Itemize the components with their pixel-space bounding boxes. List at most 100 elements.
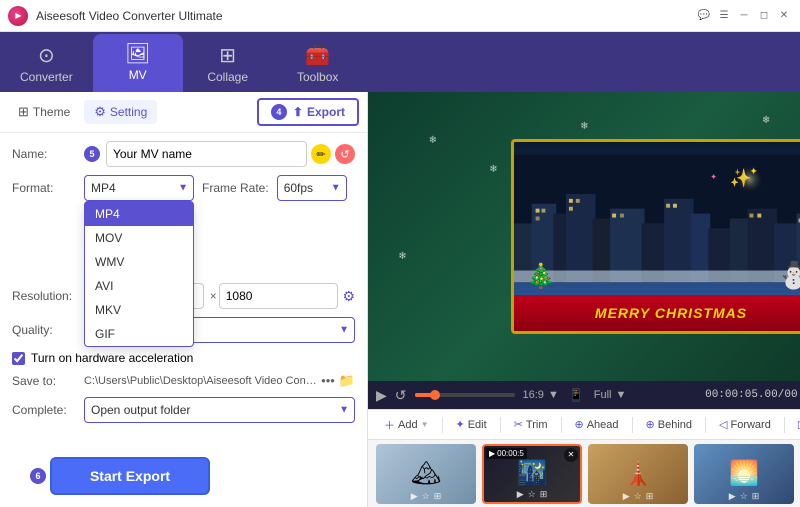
tab-collage-label: Collage — [207, 70, 248, 84]
add-button[interactable]: ＋ Add ▼ — [376, 414, 437, 436]
ahead-label: Ahead — [587, 419, 619, 431]
trim-button[interactable]: ✂ Trim — [506, 415, 556, 434]
tab-collage[interactable]: ⊞ Collage — [183, 38, 273, 92]
replay-button[interactable]: ↺ — [395, 387, 407, 404]
tab-mv[interactable]: 🖼 MV — [93, 34, 183, 92]
forward-button[interactable]: ◁ Forward — [711, 415, 779, 434]
thumb-icons-1: ▶ ☆ ⊞ — [411, 491, 442, 502]
ahead-button[interactable]: ⊕ Ahead — [567, 415, 627, 434]
saveto-folder-icon[interactable]: 📁 — [339, 373, 355, 389]
snowflake-2: ❄ — [489, 164, 497, 175]
sub-tabs: ⊞ Theme ⚙ Setting 4 ⬆ Export — [0, 92, 367, 133]
saveto-more-icon[interactable]: ••• — [321, 373, 335, 389]
tab-setting[interactable]: ⚙ Setting — [84, 100, 157, 124]
start-export-label: Start Export — [90, 468, 170, 484]
message-icon[interactable]: 💬 — [696, 8, 712, 24]
thumbnail-2[interactable]: 🌃 ▶ 00:00:5 ✕ ▶ ☆ ⊞ — [482, 444, 582, 504]
tab-toolbox[interactable]: 🧰 Toolbox — [273, 38, 363, 92]
start-export-button[interactable]: 6 Start Export — [50, 457, 210, 495]
progress-bar[interactable] — [415, 393, 515, 397]
name-input[interactable] — [106, 141, 307, 167]
nav-tabs: ⊙ Converter 🖼 MV ⊞ Collage 🧰 Toolbox — [0, 32, 800, 92]
quality-select-ctrl[interactable]: Full ▼ — [594, 389, 627, 401]
fps-select[interactable]: 24fps 30fps 60fps — [277, 175, 347, 201]
dropdown-item-mov[interactable]: MOV — [85, 226, 193, 250]
video-preview: ❄ ❄ ❄ ❄ ❄ ❄ ❄ ❄ ❄ — [368, 92, 800, 381]
quality-arrow: ▼ — [616, 389, 627, 401]
svg-text:✦: ✦ — [750, 166, 758, 177]
left-panel: ⊞ Theme ⚙ Setting 4 ⬆ Export Name: 5 ✏ — [0, 92, 368, 507]
thumbnail-3[interactable]: 🗼 ▶ ☆ ⊞ — [588, 444, 688, 504]
format-select[interactable]: MP4 MOV WMV AVI MKV GIF — [84, 175, 194, 201]
thumbnail-strip: 🏔 ▶ ☆ ⊞ 🌃 ▶ 00:00:5 ✕ — [368, 439, 800, 507]
resolution-gear-icon[interactable]: ⚙ — [342, 288, 355, 305]
complete-select[interactable]: Open output folder Shut down Do nothing — [84, 397, 355, 423]
behind-button[interactable]: ⊕ Behind — [638, 415, 700, 434]
export-label: Export — [307, 105, 345, 119]
format-select-wrapper: MP4 MOV WMV AVI MKV GIF ▼ MP4 MOV WMV AV… — [84, 175, 194, 201]
dropdown-item-gif[interactable]: GIF — [85, 322, 193, 346]
thumb-badge-2: ▶ 00:00:5 — [486, 448, 527, 459]
sep-2 — [500, 417, 501, 433]
play-button[interactable]: ▶ — [376, 387, 387, 404]
complete-label: Complete: — [12, 403, 84, 417]
thumbnail-4[interactable]: 🌅 ▶ ☆ ⊞ — [694, 444, 794, 504]
thumb-play-icon-1: ▶ — [411, 491, 418, 502]
thumb-crop-icon-1: ⊞ — [434, 491, 442, 502]
trim-label: Trim — [526, 419, 548, 431]
city-skyline-svg: ✨ ✦ ✦ — [514, 142, 800, 295]
hardware-accel-checkbox[interactable] — [12, 352, 25, 365]
thumbnail-1[interactable]: 🏔 ▶ ☆ ⊞ — [376, 444, 476, 504]
tree-decoration: 🎄 — [526, 262, 556, 291]
name-edit-icon[interactable]: ✏ — [311, 144, 331, 164]
tab-theme[interactable]: ⊞ Theme — [8, 100, 80, 124]
backward-button[interactable]: ▷ Backward — [790, 415, 800, 434]
behind-label: Behind — [658, 419, 692, 431]
snowflake-1: ❄ — [429, 135, 437, 146]
tab-converter[interactable]: ⊙ Converter — [0, 38, 93, 92]
forward-label: Forward — [730, 419, 770, 431]
minimize-icon[interactable]: ─ — [736, 8, 752, 24]
name-reset-icon[interactable]: ↺ — [335, 144, 355, 164]
snowman-decoration: ⛄ — [778, 260, 800, 291]
edit-button[interactable]: ✦ Edit — [448, 415, 495, 434]
sep-6 — [784, 417, 785, 433]
dropdown-item-mp4[interactable]: MP4 — [85, 202, 193, 226]
fps-select-wrapper: 24fps 30fps 60fps ▼ — [277, 175, 347, 201]
saveto-path: C:\Users\Public\Desktop\Aiseesoft Video … — [84, 375, 317, 387]
controls-separator: 📱 — [569, 388, 584, 402]
preview-background: ❄ ❄ ❄ ❄ ❄ ❄ ❄ ❄ ❄ — [368, 92, 800, 381]
export-step-badge: 4 — [271, 104, 287, 120]
add-arrow-icon[interactable]: ▼ — [421, 420, 429, 429]
start-export-area: 6 Start Export — [0, 445, 367, 507]
forward-icon: ◁ — [719, 418, 727, 431]
dropdown-item-wmv[interactable]: WMV — [85, 250, 193, 274]
thumb-close-2[interactable]: ✕ — [564, 448, 578, 462]
close-icon[interactable]: ✕ — [776, 8, 792, 24]
complete-row: Complete: Open output folder Shut down D… — [12, 397, 355, 423]
resolution-height-input[interactable] — [219, 283, 339, 309]
thumb-crop-icon-4: ⊞ — [752, 491, 760, 502]
video-controls: ▶ ↺ 16:9 ▼ 📱 Full ▼ 00:00:05.00/00:00:25… — [368, 381, 800, 409]
dropdown-item-avi[interactable]: AVI — [85, 274, 193, 298]
restore-icon[interactable]: ◻ — [756, 8, 772, 24]
edit-label: Edit — [468, 419, 487, 431]
app-logo — [8, 6, 28, 26]
saveto-row: Save to: C:\Users\Public\Desktop\Aiseeso… — [12, 373, 355, 389]
snowflake-3: ❄ — [580, 121, 588, 132]
export-button[interactable]: 4 ⬆ Export — [257, 98, 359, 126]
saveto-label: Save to: — [12, 374, 84, 388]
xmas-city-bg: ✨ ✦ ✦ — [514, 142, 800, 295]
menu-icon[interactable]: ☰ — [716, 8, 732, 24]
mv-icon: 🖼 — [125, 44, 150, 64]
converter-icon: ⊙ — [38, 46, 55, 66]
thumb-star-icon-1: ☆ — [422, 491, 430, 502]
snowflake-5: ❄ — [762, 115, 770, 126]
titlebar: Aiseesoft Video Converter Ultimate 💬 ☰ ─… — [0, 0, 800, 32]
thumb-star-icon-2: ☆ — [528, 489, 536, 500]
theme-icon: ⊞ — [18, 104, 29, 120]
dropdown-item-mkv[interactable]: MKV — [85, 298, 193, 322]
setting-icon: ⚙ — [94, 104, 106, 120]
quality-label: Quality: — [12, 323, 84, 337]
aspect-ratio-select[interactable]: 16:9 ▼ — [523, 389, 559, 401]
